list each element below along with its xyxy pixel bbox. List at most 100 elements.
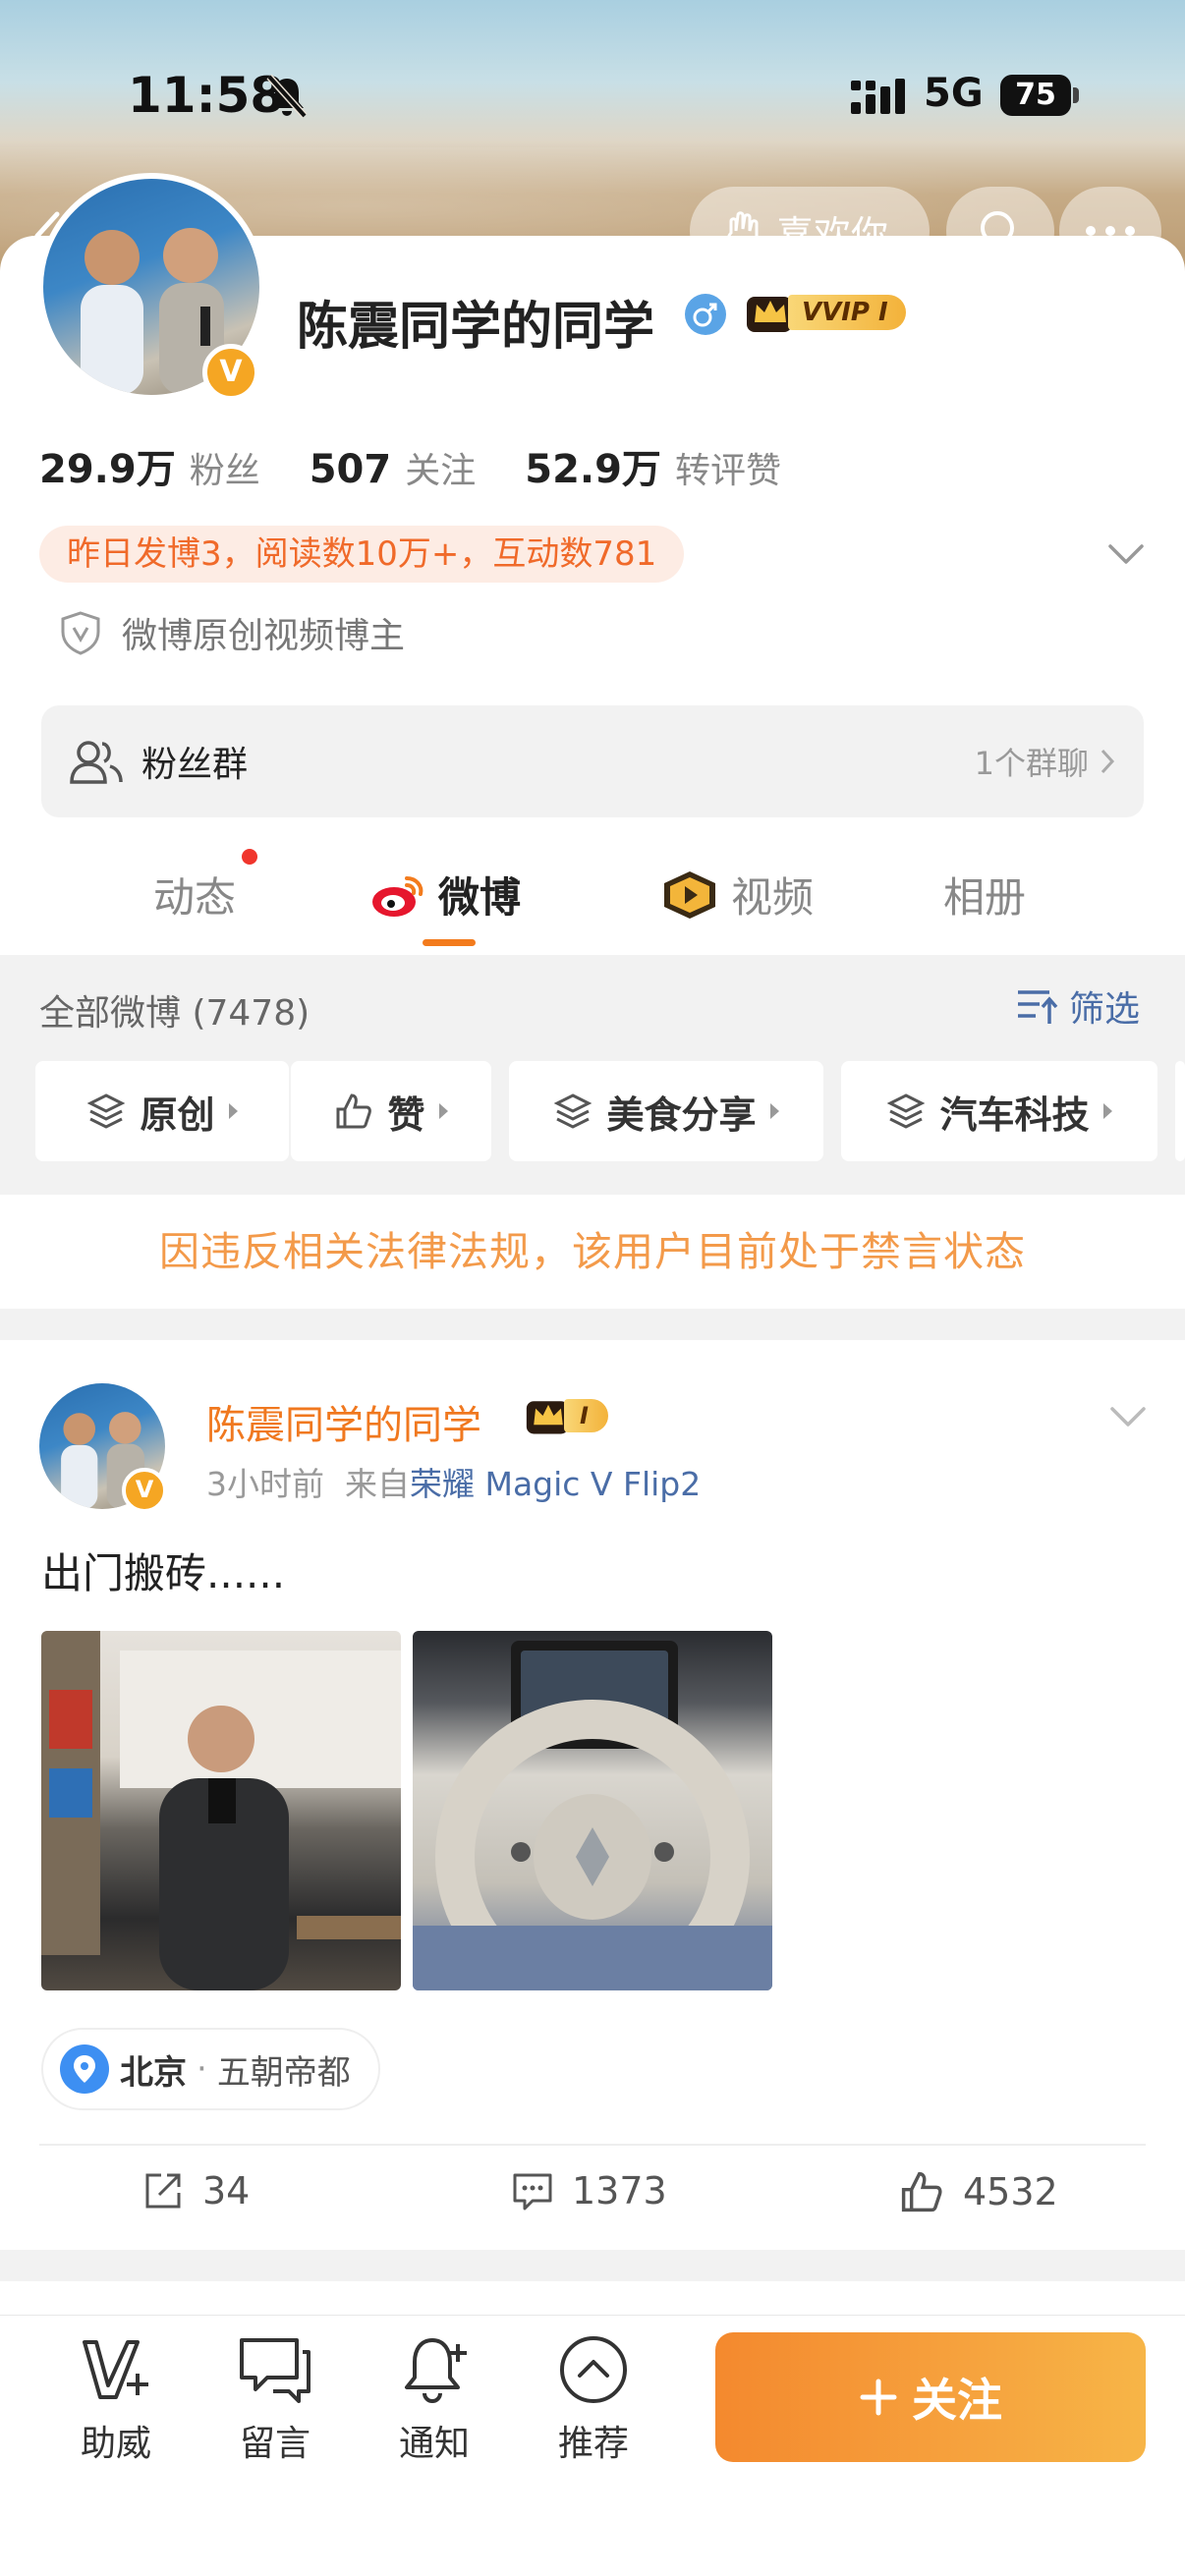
vvip-badge[interactable]: VVIP I: [745, 291, 906, 334]
post-source-prefix: 来自: [344, 1465, 410, 1503]
chevron-right-icon: [1100, 749, 1115, 774]
profile-tabs: 动态 微博 视频 相册: [0, 853, 1185, 955]
post-image-selfie[interactable]: [41, 1631, 401, 1990]
comment-count: 1373: [572, 2169, 667, 2212]
tab-video[interactable]: 视频: [660, 865, 814, 924]
location-city: 北京: [120, 2052, 187, 2093]
tab-album-label: 相册: [943, 873, 1027, 922]
message-label: 留言: [239, 2424, 310, 2464]
post-author-name[interactable]: 陈震同学的同学: [206, 1393, 481, 1450]
post-time: 3小时前: [206, 1465, 324, 1503]
verified-badge: V: [202, 344, 259, 401]
chip-arrow-icon: [1102, 1103, 1112, 1119]
tab-feed[interactable]: 动态: [153, 865, 236, 924]
chip-auto-tech-label: 汽车科技: [939, 1092, 1090, 1137]
chip-liked-label: 赞: [387, 1092, 425, 1137]
post-meta: 3小时前 来自荣耀 Magic V Flip2: [206, 1458, 701, 1505]
male-icon: [685, 294, 726, 335]
all-weibo-count: 全部微博 (7478): [39, 993, 310, 1034]
follow-label: 关注: [912, 2374, 1002, 2427]
filter-button[interactable]: 筛选: [1016, 980, 1140, 1032]
battery-level: 75: [1000, 75, 1071, 116]
layers-icon: [554, 1093, 592, 1129]
post-device-link[interactable]: 荣耀 Magic V Flip2: [410, 1465, 701, 1503]
chip-overflow[interactable]: [1175, 1061, 1185, 1161]
chip-arrow-icon: [769, 1103, 779, 1119]
location-tag[interactable]: 北京 · 五朝帝都: [41, 2028, 380, 2110]
profile-name: 陈震同学的同学: [297, 298, 655, 357]
interactions-count: 52.9万: [525, 447, 661, 492]
repost-button[interactable]: 34: [141, 2169, 250, 2212]
like-button[interactable]: 4532: [898, 2169, 1058, 2214]
thumb-up-icon: [901, 2171, 942, 2212]
comment-icon: [513, 2173, 552, 2211]
location-separator: ·: [197, 2049, 207, 2089]
comment-button[interactable]: 1373: [511, 2169, 667, 2212]
shield-icon: [61, 611, 100, 655]
banned-notice: 因违反相关法律法规，该用户目前处于禁言状态: [159, 1228, 1026, 1275]
fans-group-row[interactable]: 粉丝群 1个群聊: [41, 705, 1144, 817]
certification-label: 微博原创视频博主: [122, 616, 406, 656]
layers-icon: [87, 1093, 126, 1129]
recommend-label: 推荐: [557, 2424, 629, 2464]
chip-liked[interactable]: 赞: [291, 1061, 491, 1161]
chip-original-label: 原创: [140, 1092, 215, 1137]
section-divider: [0, 1309, 1185, 1340]
message-button[interactable]: 留言: [216, 2334, 334, 2466]
location-pin-icon: [60, 2044, 109, 2094]
post-verified-badge: V: [122, 1468, 167, 1513]
filter-label: 筛选: [1069, 989, 1141, 1030]
profile-stats: 29.9万 粉丝 507 关注 52.9万 转评赞: [39, 437, 830, 494]
followers-label[interactable]: 粉丝: [190, 442, 260, 493]
chevron-down-icon[interactable]: [1108, 1399, 1148, 1432]
fans-group-label: 粉丝群: [141, 745, 249, 785]
cheer-label: 助威: [80, 2424, 151, 2464]
unread-dot: [242, 849, 257, 865]
chip-arrow-icon: [228, 1103, 238, 1119]
tab-video-label: 视频: [731, 873, 815, 922]
share-icon: [145, 2173, 181, 2209]
battery-icon: 75: [1000, 75, 1079, 116]
chevron-down-icon[interactable]: [1106, 536, 1146, 570]
selfie-photo: [41, 1631, 401, 1990]
plus-icon: [860, 2379, 897, 2416]
cheer-button[interactable]: 助威: [57, 2334, 175, 2466]
status-time: 11:58: [128, 67, 285, 124]
fans-group-count-text: 1个群聊: [974, 745, 1089, 782]
tab-feed-label: 动态: [153, 873, 237, 922]
following-label[interactable]: 关注: [405, 442, 476, 493]
active-tab-indicator: [423, 939, 476, 946]
fans-group-count: 1个群聊: [975, 739, 1116, 784]
post-divider: [39, 2144, 1146, 2146]
post-image-steering-wheel[interactable]: [413, 1631, 772, 1990]
group-icon: [70, 741, 123, 784]
filter-icon: [1018, 990, 1058, 1024]
chip-original[interactable]: 原创: [35, 1061, 289, 1161]
following-count[interactable]: 507: [310, 447, 392, 492]
steering-wheel-photo: [413, 1641, 772, 1990]
section-divider: [0, 2250, 1185, 2281]
interactions-label: 转评赞: [674, 451, 781, 491]
message-icon: [240, 2338, 310, 2403]
bell-off-icon: [266, 74, 308, 119]
layers-icon: [887, 1093, 926, 1129]
tab-album[interactable]: 相册: [943, 865, 1026, 924]
followers-count[interactable]: 29.9万: [39, 437, 176, 494]
recommend-button[interactable]: 推荐: [535, 2334, 652, 2466]
activity-summary[interactable]: 昨日发博3，阅读数10万+，互动数781: [39, 526, 685, 583]
post-text: 出门搬砖......: [41, 1549, 286, 1597]
chip-food[interactable]: 美食分享: [509, 1061, 823, 1161]
follow-button[interactable]: 关注: [715, 2332, 1146, 2462]
post-vip-label: I: [564, 1399, 608, 1432]
weibo-logo-icon: [372, 875, 423, 917]
bell-plus-icon: [405, 2338, 467, 2403]
video-play-icon: [664, 870, 715, 919]
thumb-up-icon: [336, 1093, 372, 1129]
location-area: 五朝帝都: [216, 2052, 351, 2093]
notify-button[interactable]: 通知: [375, 2334, 493, 2466]
post-vip-badge[interactable]: I: [525, 1395, 608, 1436]
chip-food-label: 美食分享: [606, 1092, 757, 1137]
vvip-label: VVIP I: [788, 295, 906, 330]
chip-auto-tech[interactable]: 汽车科技: [841, 1061, 1157, 1161]
tab-weibo[interactable]: 微博: [369, 865, 521, 924]
